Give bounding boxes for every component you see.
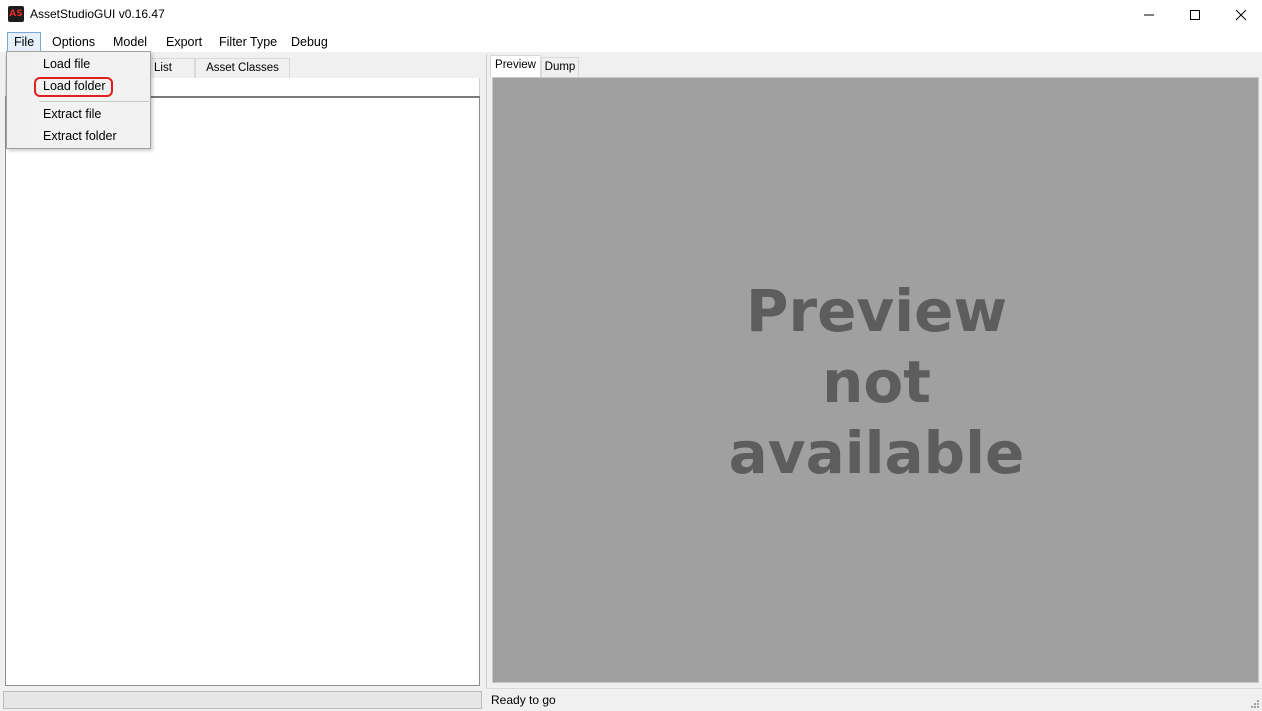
app-logo-icon: AS: [8, 6, 24, 22]
menu-bar: File Options Model Export Filter Type De…: [0, 30, 1262, 52]
minimize-button[interactable]: [1126, 0, 1172, 30]
menu-filter-type[interactable]: Filter Type: [213, 32, 283, 52]
tab-preview[interactable]: Preview: [490, 55, 541, 78]
preview-message-line-3: available: [728, 419, 1025, 487]
scene-tree-view[interactable]: [5, 96, 480, 686]
menu-item-extract-folder[interactable]: Extract folder: [9, 125, 149, 147]
menu-export[interactable]: Export: [160, 32, 208, 52]
highlight-ring: [34, 77, 113, 97]
menu-file[interactable]: File: [7, 32, 42, 52]
preview-message-line-1: Preview: [745, 277, 1008, 345]
close-icon: [1235, 9, 1247, 21]
preview-message-line-2: not: [822, 348, 931, 416]
menu-item-extract-file[interactable]: Extract file: [9, 103, 149, 125]
tab-dump[interactable]: Dump: [541, 57, 579, 77]
file-dropdown-menu: Load file Load folder Extract file Extra…: [6, 51, 151, 149]
menu-separator: [39, 101, 149, 102]
resize-grip-icon[interactable]: [1249, 698, 1259, 708]
window-title: AssetStudioGUI v0.16.47: [30, 7, 165, 21]
status-text: Ready to go: [491, 693, 556, 707]
left-panel: List Asset Classes: [3, 54, 482, 688]
title-bar: AS AssetStudioGUI v0.16.47: [0, 0, 1262, 30]
preview-unavailable-message: Preview not available: [493, 276, 1260, 489]
maximize-icon: [1190, 10, 1200, 20]
maximize-button[interactable]: [1172, 0, 1218, 30]
minimize-icon: [1144, 14, 1154, 16]
tab-asset-classes[interactable]: Asset Classes: [195, 58, 290, 78]
menu-debug[interactable]: Debug: [285, 32, 334, 52]
menu-model[interactable]: Model: [107, 32, 153, 52]
menu-options[interactable]: Options: [46, 32, 101, 52]
right-panel: Preview Dump Preview not available: [486, 54, 1262, 688]
app-logo-glyph: AS: [9, 9, 23, 19]
close-button[interactable]: [1218, 0, 1262, 30]
menu-item-load-file[interactable]: Load file: [9, 53, 149, 75]
progress-bar: [3, 691, 482, 709]
status-bar: Ready to go: [486, 688, 1262, 711]
preview-area: Preview not available: [492, 77, 1259, 683]
